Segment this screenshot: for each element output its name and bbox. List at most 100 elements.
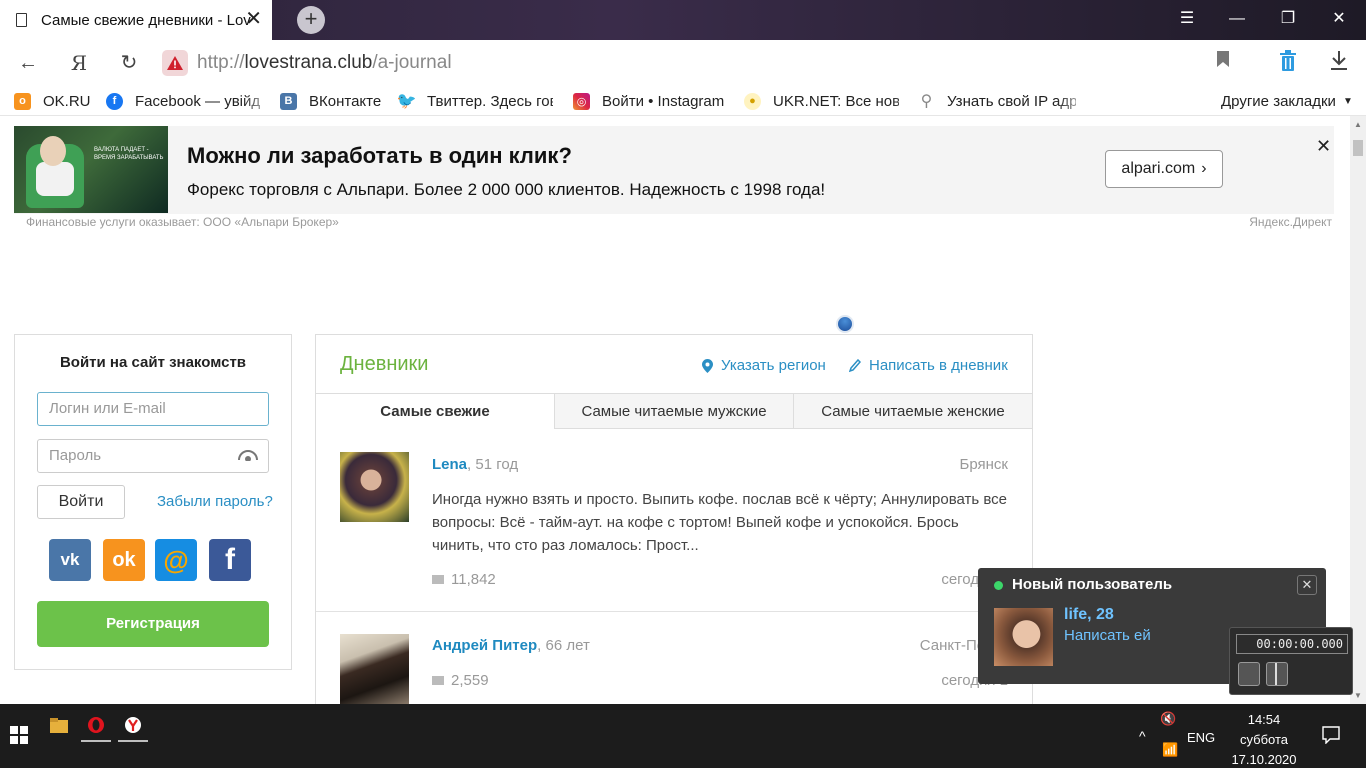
address-bar-row: ← Я ↻ http://lovestrana.club/a-journal [0, 40, 1366, 86]
language-indicator[interactable]: ENG [1187, 730, 1215, 745]
warning-icon[interactable] [162, 50, 188, 76]
vk-login-icon[interactable]: vk [49, 539, 91, 581]
author-city: Брянск [959, 456, 1009, 473]
password-input[interactable]: Пароль [37, 439, 269, 473]
back-icon[interactable]: ← [12, 48, 44, 78]
login-heading: Войти на сайт знакомств [59, 354, 247, 371]
ad-link-button[interactable]: alpari.com › [1105, 150, 1223, 188]
stop-icon[interactable] [1238, 662, 1260, 686]
login-button[interactable]: Войти [37, 485, 125, 519]
reload-icon[interactable]: ↻ [113, 48, 145, 78]
url-field[interactable]: http://lovestrana.club/a-journal [162, 48, 1162, 78]
browser-tab-strip: Самые свежие дневники - LoveStrana ✕ + ☰… [0, 0, 1366, 40]
bookmark-instagram[interactable]: ◎ Войти • Instagram [573, 90, 728, 112]
new-tab-button[interactable]: + [297, 6, 325, 34]
restore-icon[interactable]: ❐ [1263, 0, 1313, 40]
play-pause-icon[interactable] [1266, 662, 1288, 686]
login-panel: Войти на сайт знакомств Логин или E-mail… [14, 334, 292, 670]
tab-newest[interactable]: Самые свежие [316, 393, 554, 429]
diary-tabs: Самые свежие Самые читаемые мужские Самы… [316, 393, 1032, 429]
notifications-icon[interactable] [1322, 726, 1340, 747]
browser-tab-active[interactable]: Самые свежие дневники - LoveStrana ✕ [0, 0, 272, 40]
notification-user-name[interactable]: life, 28 [1064, 606, 1114, 624]
author-age: , 66 лет [537, 637, 590, 654]
bookmark-vk[interactable]: B ВКонтакте [280, 90, 385, 112]
tab-most-read-male[interactable]: Самые читаемые мужские [554, 393, 793, 429]
opera-icon[interactable] [79, 710, 113, 742]
mute-icon[interactable]: 🔇 [1160, 711, 1176, 727]
search-icon: ⚲ [920, 93, 933, 110]
online-indicator [994, 581, 1003, 590]
page-scrollbar[interactable]: ▲ ▼ [1350, 116, 1366, 704]
login-input[interactable]: Логин или E-mail [37, 392, 269, 426]
yandex-icon[interactable]: Я [63, 48, 95, 78]
download-icon[interactable] [1325, 50, 1353, 76]
envelope-icon [432, 676, 444, 685]
bookmarks-bar: oOK.RU fFacebook — увійдіть BВКонтакте 🐦… [0, 86, 1366, 116]
scroll-thumb[interactable] [1353, 140, 1363, 156]
tab-close-icon[interactable]: ✕ [245, 9, 262, 29]
write-diary-link[interactable]: Написать в дневник [849, 357, 1008, 374]
diary-panel: Дневники Указать регион Написать в дневн… [315, 334, 1033, 704]
menu-icon[interactable]: ☰ [1162, 0, 1212, 40]
write-her-link[interactable]: Написать ей [1064, 627, 1151, 644]
author-age: , 51 год [467, 456, 519, 473]
instagram-icon: ◎ [573, 92, 590, 110]
ad-close-icon[interactable]: ✕ [1316, 136, 1331, 157]
forgot-password-link[interactable]: Забыли пароль? [157, 493, 273, 510]
other-bookmarks[interactable]: Другие закладки ▼ [1221, 90, 1361, 112]
ad-banner[interactable]: ВАЛЮТА ПАДАЕТ - ВРЕМЯ ЗАРАБАТЫВАТЬ Можно… [14, 126, 1334, 230]
scroll-up-icon[interactable]: ▲ [1354, 120, 1362, 129]
network-icon[interactable]: 📶 [1162, 742, 1178, 758]
eye-icon[interactable] [238, 449, 258, 461]
bookmark-ok[interactable]: o OK.RU [14, 90, 94, 112]
list-item: Lena, 51 год Брянск Иногда нужно взять и… [316, 429, 1032, 611]
window-close-icon[interactable]: ✕ [1314, 0, 1364, 40]
url-host: lovestrana.club [244, 52, 373, 73]
minimize-icon[interactable]: — [1212, 0, 1262, 40]
author-name[interactable]: Lena [432, 456, 467, 473]
region-link[interactable]: Указать регион [702, 357, 826, 374]
ad-disclaimer: Финансовые услуги оказывает: ООО «Альпар… [26, 215, 339, 229]
view-count: 11,842 [451, 571, 496, 588]
pencil-icon [849, 358, 861, 372]
list-item: Андрей Питер, 66 лет Санкт-Петер 2,559 с… [316, 612, 1032, 704]
url-scheme: http:// [197, 52, 245, 73]
bookmark-ukrnet[interactable]: ●UKR.NET: Все новости [744, 90, 899, 112]
yandex-browser-icon[interactable] [116, 710, 150, 742]
trash-icon[interactable] [1274, 50, 1302, 76]
loading-icon [836, 315, 854, 333]
avatar[interactable] [340, 634, 409, 704]
view-count: 2,559 [451, 672, 489, 689]
vk-icon: B [280, 92, 297, 110]
tab-title: Самые свежие дневники - LoveStrana [41, 11, 251, 29]
scroll-down-icon[interactable]: ▼ [1354, 691, 1362, 700]
ad-title[interactable]: Можно ли заработать в один клик? [187, 143, 572, 169]
chevron-down-icon: ▼ [1342, 95, 1353, 107]
tab-most-read-female[interactable]: Самые читаемые женские [793, 393, 1032, 429]
ok-login-icon[interactable]: ok [103, 539, 145, 581]
ad-provider[interactable]: Яндекс.Директ [1249, 215, 1332, 229]
bookmark-twitter[interactable]: 🐦Твиттер. Здесь говорят [398, 90, 553, 112]
register-button[interactable]: Регистрация [37, 601, 269, 647]
ad-text: Форекс торговля с Альпари. Более 2 000 0… [187, 180, 826, 199]
chevron-right-icon: › [1201, 160, 1207, 177]
page-icon [16, 13, 27, 27]
facebook-login-icon[interactable]: f [209, 539, 251, 581]
recorder-widget: 00:00:00.000 [1229, 627, 1353, 695]
file-explorer-icon[interactable] [42, 710, 76, 740]
notification-close-icon[interactable]: ✕ [1297, 575, 1317, 595]
author-name[interactable]: Андрей Питер [432, 637, 537, 654]
clock[interactable]: 14:54 суббота 17.10.2020 [1228, 710, 1300, 768]
bookmark-facebook[interactable]: fFacebook — увійдіть [106, 90, 261, 112]
start-icon[interactable] [2, 720, 36, 750]
avatar[interactable] [994, 608, 1053, 666]
entry-text[interactable]: Иногда нужно взять и просто. Выпить кофе… [432, 488, 1012, 557]
chevron-up-icon[interactable]: ^ [1139, 728, 1146, 744]
mail-login-icon[interactable]: @ [155, 539, 197, 581]
avatar[interactable] [340, 452, 409, 522]
url-path: /a-journal [372, 52, 452, 73]
bookmark-ip[interactable]: ⚲Узнать свой IP адрес [918, 90, 1076, 112]
bookmark-icon[interactable] [1209, 50, 1237, 76]
ad-image[interactable]: ВАЛЮТА ПАДАЕТ - ВРЕМЯ ЗАРАБАТЫВАТЬ [14, 126, 168, 213]
